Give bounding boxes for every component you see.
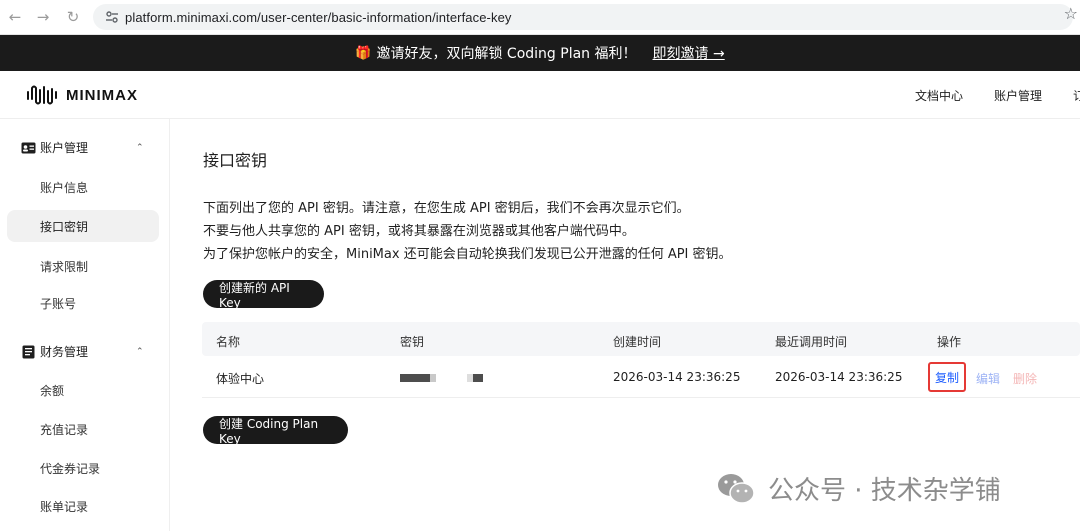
masked-key-block: [400, 374, 430, 382]
promo-invite-link[interactable]: 即刻邀请 →: [653, 43, 725, 63]
site-settings-icon[interactable]: [101, 6, 123, 28]
bookmark-star-icon[interactable]: ☆: [1064, 4, 1078, 23]
minimax-logo[interactable]: MINIMAX: [26, 83, 138, 107]
gift-icon: 🎁: [355, 45, 372, 61]
sidebar-item-sub-accounts[interactable]: 子账号: [40, 295, 76, 312]
masked-key-block: [473, 374, 483, 382]
wechat-icon: [718, 473, 755, 504]
browser-toolbar: ← → ↻ platform.minimaxi.com/user-center/…: [0, 0, 1080, 35]
watermark: 公众号 · 技术杂学铺: [716, 470, 1001, 507]
sidebar-group-label: 账户管理: [40, 141, 89, 155]
table-header: 名称 密钥 创建时间 最近调用时间 操作: [202, 322, 1080, 356]
sidebar-group-account[interactable]: 账户管理: [20, 139, 88, 156]
id-card-icon: [20, 140, 36, 156]
site-header: MINIMAX 文档中心 账户管理 订: [0, 71, 1080, 119]
chevron-up-icon[interactable]: ⌃: [136, 143, 144, 153]
back-arrow-icon[interactable]: ←: [0, 2, 30, 32]
address-bar[interactable]: platform.minimaxi.com/user-center/basic-…: [93, 4, 1073, 30]
description-line: 下面列出了您的 API 密钥。请注意，在您生成 API 密钥后，我们不会再次显示…: [203, 201, 690, 216]
edit-button[interactable]: 编辑: [976, 370, 1000, 387]
sidebar-group-finance[interactable]: 财务管理: [20, 343, 88, 360]
create-coding-plan-key-button[interactable]: 创建 Coding Plan Key: [203, 416, 348, 446]
column-header-actions: 操作: [937, 335, 962, 349]
cell-name: 体验中心: [216, 372, 265, 386]
cell-last-called: 2026-03-14 23:36:25: [775, 370, 903, 384]
nav-more[interactable]: 订: [1073, 87, 1080, 104]
description-line: 为了保护您帐户的安全，MiniMax 还可能会自动轮换我们发现已公开泄露的任何 …: [203, 247, 732, 262]
column-header-created: 创建时间: [613, 335, 662, 349]
description-line: 不要与他人共享您的 API 密钥，或将其暴露在浏览器或其他客户端代码中。: [203, 224, 635, 239]
nav-account[interactable]: 账户管理: [994, 87, 1042, 104]
chevron-up-icon[interactable]: ⌃: [136, 347, 144, 357]
column-header-last-called: 最近调用时间: [775, 335, 848, 349]
nav-docs[interactable]: 文档中心: [915, 87, 963, 104]
copy-button[interactable]: 复制: [928, 362, 966, 392]
sidebar-item-bill-records[interactable]: 账单记录: [40, 498, 88, 515]
cell-created: 2026-03-14 23:36:25: [613, 370, 741, 384]
masked-key-block: [430, 374, 436, 382]
logo-text: MINIMAX: [66, 86, 138, 104]
sidebar-item-balance[interactable]: 余额: [40, 382, 64, 399]
sidebar-group-label: 财务管理: [40, 345, 89, 359]
sidebar-item-recharge-records[interactable]: 充值记录: [40, 421, 88, 438]
sidebar-item-interface-key[interactable]: 接口密钥: [40, 218, 88, 235]
column-header-key: 密钥: [400, 335, 425, 349]
sidebar: 账户管理 ⌃ 账户信息 接口密钥 请求限制 子账号 财务管理 ⌃ 余额 充值记录…: [0, 119, 170, 531]
sidebar-item-voucher-records[interactable]: 代金券记录: [40, 460, 100, 477]
column-header-name: 名称: [216, 335, 241, 349]
create-api-key-button[interactable]: 创建新的 API Key: [203, 280, 324, 310]
sidebar-item-rate-limits[interactable]: 请求限制: [40, 258, 88, 275]
reload-icon[interactable]: ↻: [58, 2, 88, 32]
waveform-logo-icon: [27, 85, 57, 105]
url-text[interactable]: platform.minimaxi.com/user-center/basic-…: [125, 10, 512, 25]
delete-button[interactable]: 删除: [1013, 370, 1037, 387]
page-title: 接口密钥: [203, 151, 268, 170]
forward-arrow-icon[interactable]: →: [28, 2, 58, 32]
sidebar-item-account-info[interactable]: 账户信息: [40, 179, 88, 196]
promo-banner: 🎁 邀请好友，双向解锁 Coding Plan 福利！ 即刻邀请 →: [0, 35, 1080, 71]
ledger-icon: [20, 344, 36, 360]
table-row: 体验中心 2026-03-14 23:36:25 2026-03-14 23:3…: [202, 356, 1080, 398]
watermark-text: 公众号 · 技术杂学铺: [768, 476, 1001, 506]
promo-text: 邀请好友，双向解锁 Coding Plan 福利！: [376, 46, 637, 62]
